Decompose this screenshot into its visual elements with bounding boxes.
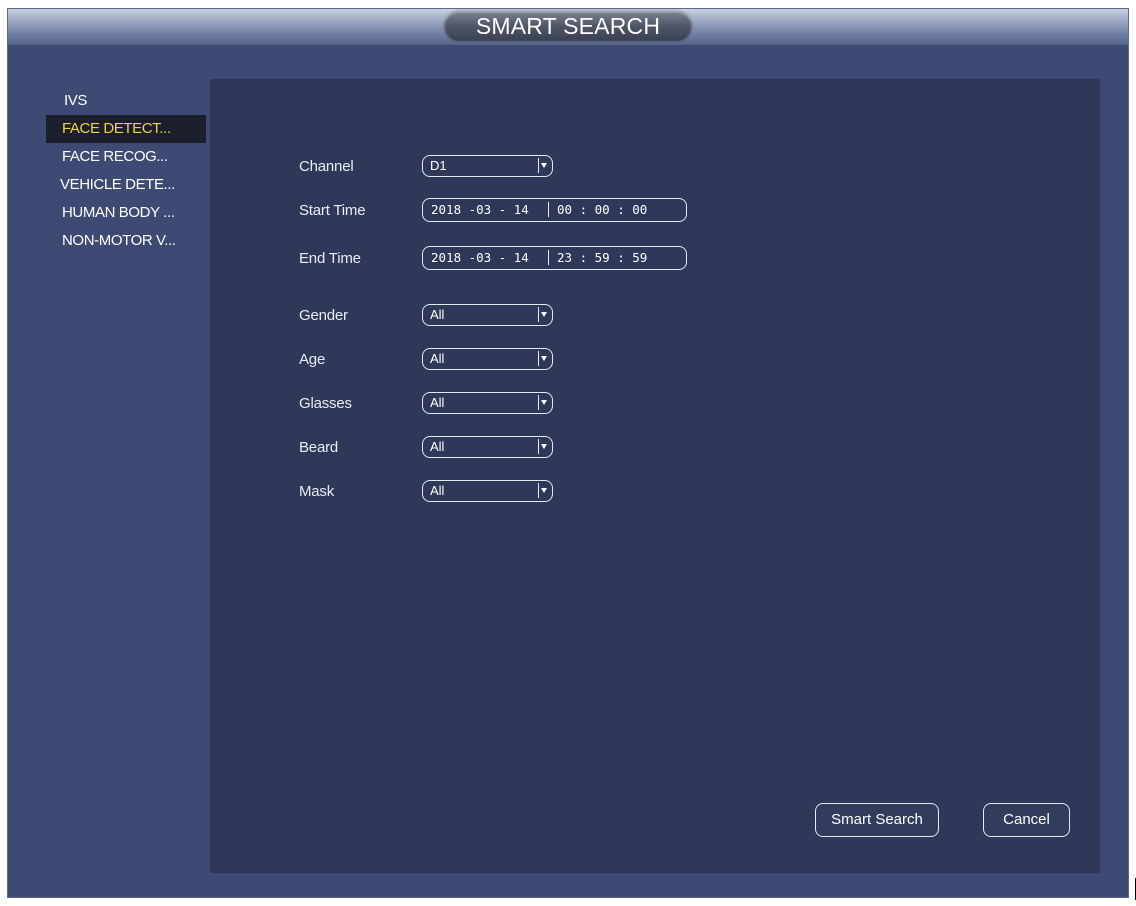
chevron-down-icon bbox=[538, 439, 550, 454]
sidebar-item-ivs[interactable]: IVS bbox=[46, 87, 206, 115]
start-date-input[interactable]: 2018 -03 - 14 bbox=[431, 199, 529, 220]
smart-search-window: SMART SEARCH IVS FACE DETECT... FACE REC… bbox=[7, 8, 1129, 898]
start-time-label: Start Time bbox=[299, 202, 366, 219]
sidebar-item-face-detect[interactable]: FACE DETECT... bbox=[46, 115, 206, 143]
channel-select[interactable]: D1 bbox=[422, 155, 553, 177]
end-time-input[interactable]: 23 : 59 : 59 bbox=[557, 247, 647, 268]
gender-select[interactable]: All bbox=[422, 304, 553, 326]
mask-label: Mask bbox=[299, 483, 335, 500]
glasses-select[interactable]: All bbox=[422, 392, 553, 414]
end-time-label: End Time bbox=[299, 250, 361, 267]
end-time-field[interactable]: 2018 -03 - 14 23 : 59 : 59 bbox=[422, 246, 687, 270]
chevron-down-icon bbox=[538, 483, 550, 498]
end-date-input[interactable]: 2018 -03 - 14 bbox=[431, 247, 529, 268]
chevron-down-icon bbox=[538, 158, 550, 173]
beard-value: All bbox=[430, 439, 445, 454]
sidebar-item-vehicle-detect[interactable]: VEHICLE DETE... bbox=[46, 171, 206, 199]
gender-label: Gender bbox=[299, 307, 348, 324]
chevron-down-icon bbox=[538, 351, 550, 366]
channel-value: D1 bbox=[430, 158, 447, 173]
beard-label: Beard bbox=[299, 439, 339, 456]
glasses-value: All bbox=[430, 395, 445, 410]
mask-value: All bbox=[430, 483, 445, 498]
age-value: All bbox=[430, 351, 445, 366]
search-criteria-panel: Channel D1 Start Time 2018 -03 - 14 00 :… bbox=[210, 79, 1100, 873]
window-title: SMART SEARCH bbox=[444, 11, 692, 41]
sidebar-item-face-recog[interactable]: FACE RECOG... bbox=[46, 143, 206, 171]
start-time-field[interactable]: 2018 -03 - 14 00 : 00 : 00 bbox=[422, 198, 687, 222]
beard-select[interactable]: All bbox=[422, 436, 553, 458]
sidebar-item-human-body[interactable]: HUMAN BODY ... bbox=[46, 199, 206, 227]
gender-value: All bbox=[430, 307, 445, 322]
smart-search-button[interactable]: Smart Search bbox=[815, 803, 939, 837]
chevron-down-icon bbox=[538, 395, 550, 410]
glasses-label: Glasses bbox=[299, 395, 352, 412]
sidebar: IVS FACE DETECT... FACE RECOG... VEHICLE… bbox=[46, 87, 206, 255]
date-time-divider bbox=[548, 250, 549, 265]
title-bar: SMART SEARCH bbox=[8, 9, 1128, 45]
date-time-divider bbox=[548, 202, 549, 217]
mask-select[interactable]: All bbox=[422, 480, 553, 502]
age-label: Age bbox=[299, 351, 326, 368]
cancel-button[interactable]: Cancel bbox=[983, 803, 1070, 837]
channel-label: Channel bbox=[299, 158, 354, 175]
sidebar-item-non-motor[interactable]: NON-MOTOR V... bbox=[46, 227, 206, 255]
chevron-down-icon bbox=[538, 307, 550, 322]
start-time-input[interactable]: 00 : 00 : 00 bbox=[557, 199, 647, 220]
age-select[interactable]: All bbox=[422, 348, 553, 370]
